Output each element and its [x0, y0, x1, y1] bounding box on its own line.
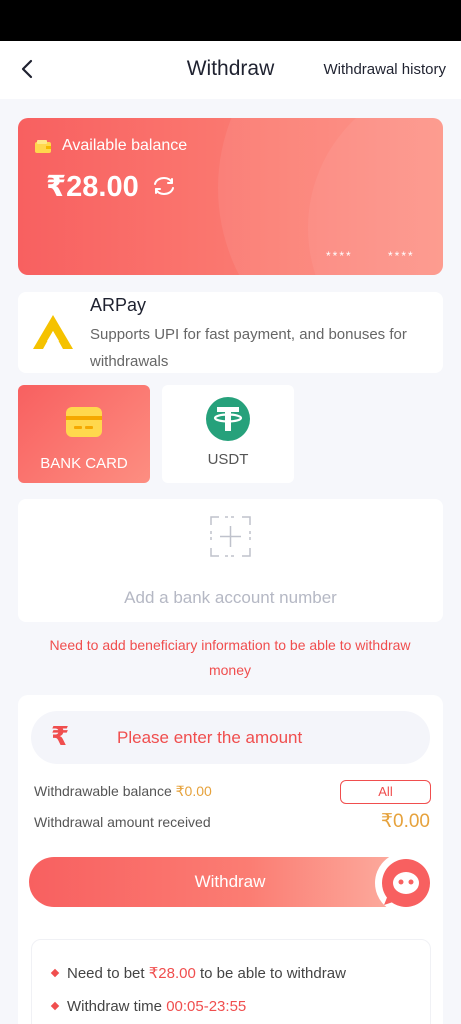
- method-label: USDT: [207, 451, 249, 468]
- amount-input-wrapper: ₹: [31, 711, 430, 764]
- arpay-description: Supports UPI for fast payment, and bonus…: [90, 326, 407, 370]
- rule-text: to be able to withdraw: [195, 965, 346, 982]
- withdraw-form: ₹ Withdrawable balance ₹0.00 All Withdra…: [18, 695, 443, 1024]
- rule-text: Withdraw time: [67, 998, 167, 1015]
- balance-label: Available balance: [62, 137, 188, 154]
- customer-service-icon[interactable]: [374, 851, 438, 915]
- rule-highlight: ₹28.00: [148, 965, 196, 982]
- amount-input[interactable]: [117, 724, 407, 752]
- beneficiary-notice: Need to add beneficiary information to b…: [49, 637, 411, 678]
- bank-card-icon: [66, 407, 102, 437]
- withdrawal-history-link[interactable]: Withdrawal history: [323, 61, 446, 78]
- method-bank-card[interactable]: BANK CARD: [18, 385, 150, 483]
- arpay-logo-icon: [33, 315, 73, 349]
- wallet-icon: [35, 140, 51, 153]
- add-plus-icon: [210, 516, 251, 557]
- method-usdt[interactable]: USDT: [162, 385, 294, 483]
- header: Withdraw Withdrawal history: [0, 41, 461, 99]
- received-amount-value: ₹0.00: [380, 811, 430, 832]
- diamond-bullet-icon: [50, 968, 60, 978]
- withdraw-button[interactable]: Withdraw: [29, 857, 431, 907]
- refresh-icon[interactable]: [151, 175, 177, 197]
- withdrawable-balance-value: ₹0.00: [175, 783, 212, 799]
- arpay-banner[interactable]: ARPay Supports UPI for fast payment, and…: [18, 292, 443, 373]
- withdrawable-balance-label: Withdrawable balance: [34, 783, 172, 799]
- masked-card-number: ****: [388, 249, 415, 263]
- withdrawable-balance-row: Withdrawable balance ₹0.00: [34, 783, 212, 800]
- arpay-name: ARPay: [90, 295, 147, 315]
- status-bar: [0, 0, 461, 41]
- masked-card-number: ****: [326, 249, 353, 263]
- usdt-icon: [206, 397, 250, 441]
- rule-item: Withdraw time 00:05-23:55: [50, 998, 247, 1015]
- rupee-icon: ₹: [51, 721, 70, 751]
- rule-highlight: 00:05-23:55: [166, 998, 247, 1015]
- method-label: BANK CARD: [40, 455, 128, 472]
- rule-item: Need to bet ₹28.00 to be able to withdra…: [50, 964, 346, 982]
- balance-card: Available balance ₹28.00 **** ****: [18, 118, 443, 275]
- balance-amount: ₹28.00: [46, 171, 139, 203]
- withdraw-rules: Need to bet ₹28.00 to be able to withdra…: [31, 939, 431, 1024]
- add-account-label: Add a bank account number: [124, 588, 337, 607]
- rule-text: Need to bet: [67, 965, 149, 982]
- add-bank-account[interactable]: Add a bank account number: [18, 499, 443, 622]
- received-amount-label: Withdrawal amount received: [34, 814, 211, 830]
- diamond-bullet-icon: [50, 1001, 60, 1011]
- all-button[interactable]: All: [340, 780, 431, 804]
